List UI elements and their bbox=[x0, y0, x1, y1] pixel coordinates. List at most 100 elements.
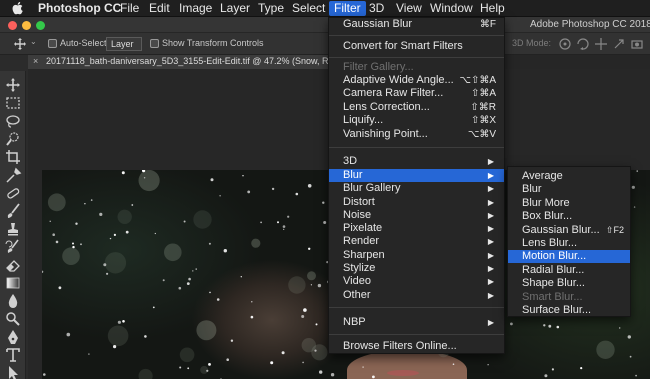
auto-select-dropdown[interactable]: Layer bbox=[106, 37, 142, 51]
tools-panel bbox=[0, 71, 26, 379]
snow-flake bbox=[109, 237, 112, 240]
zoom-window-button[interactable] bbox=[36, 21, 45, 30]
menu-item-3d[interactable]: 3D ▶ bbox=[329, 155, 504, 168]
menu-item-last-filter[interactable]: Gaussian Blur ⌘F bbox=[329, 18, 504, 31]
menu-select[interactable]: Select bbox=[292, 1, 325, 16]
move-tool-icon[interactable] bbox=[14, 38, 26, 50]
brush-tool-icon[interactable] bbox=[4, 203, 22, 219]
menu-edit[interactable]: Edit bbox=[149, 1, 170, 16]
move-tool-icon[interactable] bbox=[4, 77, 22, 93]
menu-item-video[interactable]: Video ▶ bbox=[329, 275, 504, 288]
menu-item-sharpen[interactable]: Sharpen ▶ bbox=[329, 249, 504, 262]
gradient-tool-icon[interactable] bbox=[4, 275, 22, 291]
snow-flake bbox=[548, 324, 552, 328]
clone-stamp-tool-icon[interactable] bbox=[4, 221, 22, 237]
snow-flake bbox=[113, 345, 117, 349]
3d-orbit-icon[interactable] bbox=[558, 37, 572, 51]
menu-item-noise[interactable]: Noise ▶ bbox=[329, 209, 504, 222]
show-transform-checkbox[interactable] bbox=[150, 39, 159, 48]
crop-tool-icon[interactable] bbox=[4, 149, 22, 165]
snow-flake bbox=[125, 230, 129, 234]
menu-window[interactable]: Window bbox=[430, 1, 473, 16]
snow-flake bbox=[117, 320, 121, 324]
snow-flake bbox=[49, 220, 51, 222]
blur-item-radial-blur[interactable]: Radial Blur... bbox=[508, 264, 630, 277]
auto-select-label: Auto-Select: bbox=[60, 38, 110, 48]
menu-filter[interactable]: Filter bbox=[329, 1, 366, 16]
menu-item-convert-smart-filters[interactable]: Convert for Smart Filters bbox=[329, 40, 504, 53]
auto-select-checkbox[interactable] bbox=[48, 39, 57, 48]
menu-item-other[interactable]: Other ▶ bbox=[329, 289, 504, 302]
menu-item-stylize[interactable]: Stylize ▶ bbox=[329, 262, 504, 275]
healing-brush-tool-icon[interactable] bbox=[4, 185, 22, 201]
snow-flake bbox=[223, 249, 227, 253]
menu-file[interactable]: File bbox=[120, 1, 139, 16]
menu-layer[interactable]: Layer bbox=[220, 1, 250, 16]
pen-tool-icon[interactable] bbox=[4, 329, 22, 345]
document-tab[interactable]: × 20171118_bath-daniversary_5D3_3155-Edi… bbox=[28, 55, 335, 69]
blur-item-blur[interactable]: Blur bbox=[508, 183, 630, 196]
snow-flake bbox=[282, 225, 286, 228]
menu-view[interactable]: View bbox=[396, 1, 422, 16]
close-tab-icon[interactable]: × bbox=[33, 56, 38, 66]
menu-item-shortcut: ⇧⌘A bbox=[470, 88, 496, 99]
minimize-window-button[interactable] bbox=[22, 21, 31, 30]
snow-flake bbox=[247, 190, 251, 194]
close-window-button[interactable] bbox=[8, 21, 17, 30]
show-transform-label: Show Transform Controls bbox=[162, 38, 264, 48]
blur-item-average[interactable]: Average bbox=[508, 170, 630, 183]
blur-tool-icon[interactable] bbox=[4, 293, 22, 309]
snow-flake bbox=[52, 233, 55, 236]
menu-app-name[interactable]: Photoshop CC bbox=[38, 1, 121, 16]
snow-flake bbox=[208, 363, 211, 366]
menu-type[interactable]: Type bbox=[258, 1, 284, 16]
lasso-tool-icon[interactable] bbox=[4, 113, 22, 129]
snow-flake bbox=[301, 315, 305, 318]
snow-flake bbox=[283, 228, 285, 230]
menu-item-label: Blur bbox=[343, 169, 363, 181]
menu-separator bbox=[329, 57, 504, 58]
type-tool-icon[interactable] bbox=[4, 347, 22, 363]
history-brush-tool-icon[interactable] bbox=[4, 239, 22, 255]
menu-item-blur[interactable]: Blur ▶ bbox=[329, 169, 504, 182]
menu-item-nbp[interactable]: NBP ▶ bbox=[329, 316, 504, 329]
path-selection-tool-icon[interactable] bbox=[4, 365, 22, 379]
marquee-tool-icon[interactable] bbox=[4, 95, 22, 111]
menu-item-blur-gallery[interactable]: Blur Gallery ▶ bbox=[329, 182, 504, 195]
eyedropper-tool-icon[interactable] bbox=[4, 167, 22, 183]
blur-item-shape-blur[interactable]: Shape Blur... bbox=[508, 277, 630, 290]
menu-item-browse-filters-online[interactable]: Browse Filters Online... bbox=[329, 340, 504, 353]
menu-item-liquify[interactable]: Liquify... ⇧⌘X bbox=[329, 114, 504, 127]
menu-help[interactable]: Help bbox=[480, 1, 505, 16]
eraser-tool-icon[interactable] bbox=[4, 257, 22, 273]
blur-item-motion-blur[interactable]: Motion Blur... bbox=[508, 250, 630, 264]
snow-flake bbox=[544, 374, 548, 378]
menu-item-vanishing-point[interactable]: Vanishing Point... ⌥⌘V bbox=[329, 128, 504, 141]
blur-item-gaussian-blur[interactable]: Gaussian Blur... ⇧F2 bbox=[508, 224, 630, 237]
snow-flake bbox=[260, 221, 262, 224]
blur-item-lens-blur[interactable]: Lens Blur... bbox=[508, 237, 630, 250]
submenu-arrow-icon: ▶ bbox=[487, 171, 494, 180]
3d-drag-icon[interactable] bbox=[594, 37, 608, 51]
3d-roll-icon[interactable] bbox=[576, 37, 590, 51]
apple-icon[interactable] bbox=[12, 1, 23, 15]
menu-image[interactable]: Image bbox=[179, 1, 212, 16]
menu-3d[interactable]: 3D bbox=[369, 1, 384, 16]
menu-item-render[interactable]: Render ▶ bbox=[329, 235, 504, 248]
blur-item-box-blur[interactable]: Box Blur... bbox=[508, 210, 630, 223]
menu-item-distort[interactable]: Distort ▶ bbox=[329, 196, 504, 209]
menu-item-camera-raw-filter[interactable]: Camera Raw Filter... ⇧⌘A bbox=[329, 87, 504, 100]
menu-item-lens-correction[interactable]: Lens Correction... ⇧⌘R bbox=[329, 101, 504, 114]
3d-camera-icon[interactable] bbox=[630, 37, 644, 51]
blur-item-surface-blur[interactable]: Surface Blur... bbox=[508, 304, 630, 317]
menu-item-label: Average bbox=[522, 170, 563, 182]
chevron-down-icon[interactable]: ⌄ bbox=[30, 37, 37, 46]
3d-slide-icon[interactable] bbox=[612, 37, 626, 51]
dodge-tool-icon[interactable] bbox=[4, 311, 22, 327]
menu-item-shortcut: ⇧⌘R bbox=[470, 102, 496, 113]
menu-item-adaptive-wide-angle[interactable]: Adaptive Wide Angle... ⌥⇧⌘A bbox=[329, 74, 504, 87]
quick-selection-tool-icon[interactable] bbox=[4, 131, 22, 147]
menu-item-pixelate[interactable]: Pixelate ▶ bbox=[329, 222, 504, 235]
blur-item-blur-more[interactable]: Blur More bbox=[508, 197, 630, 210]
snow-flake bbox=[143, 177, 146, 179]
